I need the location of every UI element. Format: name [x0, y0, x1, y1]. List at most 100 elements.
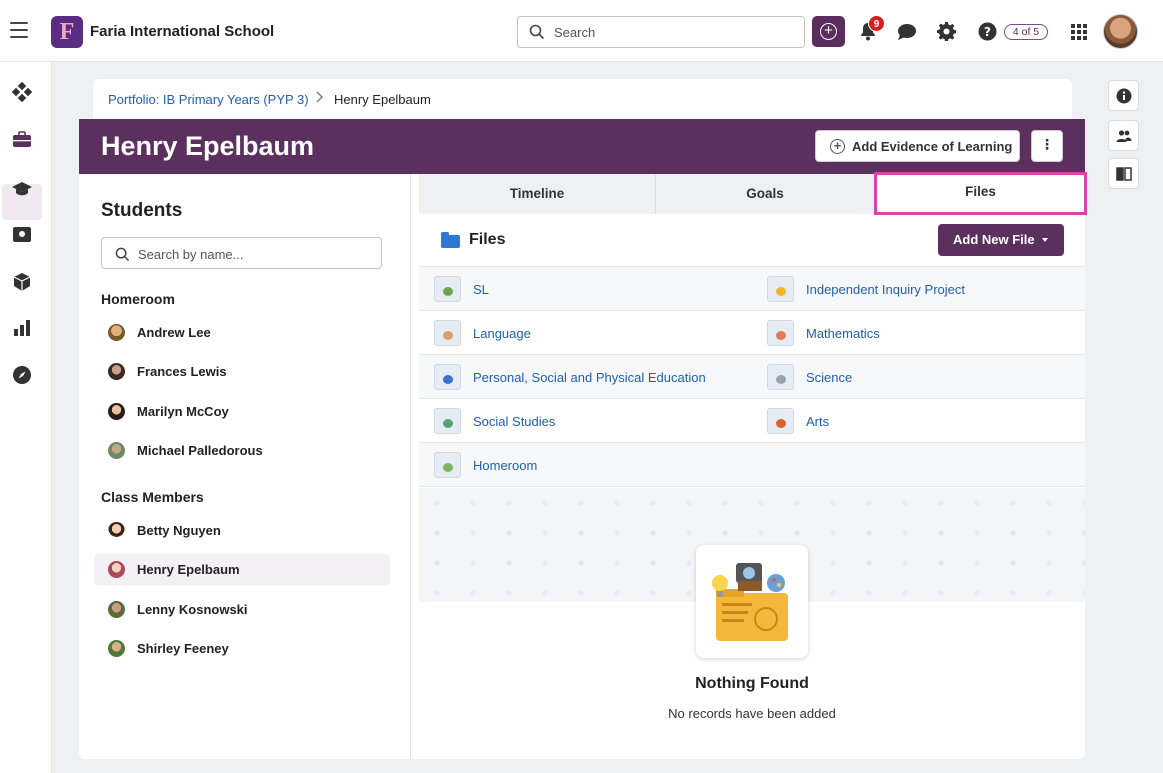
empty-state-illustration: [696, 545, 808, 658]
search-placeholder: Search: [554, 25, 596, 40]
student-item[interactable]: Michael Palledorous: [94, 435, 390, 466]
avatar: [108, 640, 125, 657]
folder-item[interactable]: Social Studies: [419, 399, 752, 443]
folder-item[interactable]: Independent Inquiry Project: [752, 267, 1085, 311]
empty-state-subtitle: No records have been added: [668, 706, 836, 721]
people-button[interactable]: [1108, 120, 1139, 151]
table-row: Language Mathematics: [419, 311, 1085, 355]
folder-language-icon: [434, 320, 461, 346]
avatar: [108, 403, 125, 420]
folder-item[interactable]: Homeroom: [419, 443, 752, 487]
group-heading-homeroom: Homeroom: [101, 291, 175, 307]
folder-item[interactable]: Science: [752, 355, 1085, 399]
book-icon: [1116, 167, 1132, 181]
student-item[interactable]: Lenny Kosnowski: [94, 594, 390, 625]
student-item-selected[interactable]: Henry Epelbaum: [94, 554, 390, 585]
analytics-bars-icon[interactable]: [12, 318, 32, 338]
compass-icon[interactable]: [12, 365, 32, 385]
student-name: Frances Lewis: [137, 364, 227, 379]
menu-icon[interactable]: [10, 22, 28, 38]
folder-link[interactable]: Social Studies: [473, 414, 555, 429]
svg-text:?: ?: [984, 25, 991, 39]
folder-link[interactable]: Arts: [806, 414, 829, 429]
avatar: [108, 324, 125, 341]
folder-sl-icon: [434, 276, 461, 302]
folder-item[interactable]: SL: [419, 267, 752, 311]
apps-grid-icon[interactable]: [1071, 24, 1087, 40]
student-header: Henry Epelbaum + Add Evidence of Learnin…: [79, 119, 1085, 174]
student-item[interactable]: Betty Nguyen: [94, 515, 390, 546]
students-title: Students: [101, 200, 183, 221]
info-icon: [1116, 88, 1132, 104]
add-evidence-button[interactable]: + Add Evidence of Learning: [815, 130, 1020, 162]
group-heading-class-members: Class Members: [101, 489, 204, 505]
tab-files[interactable]: Files: [874, 172, 1087, 215]
graduation-cap-icon[interactable]: [12, 179, 32, 199]
gear-icon[interactable]: [937, 22, 956, 41]
avatar: [108, 561, 125, 578]
school-logo[interactable]: F: [51, 16, 83, 48]
student-item[interactable]: Shirley Feeney: [94, 633, 390, 664]
cube-icon[interactable]: [12, 272, 32, 292]
breadcrumb-parent-link[interactable]: Portfolio: IB Primary Years (PYP 3): [108, 92, 309, 107]
avatar: [108, 442, 125, 459]
folder-pspe-icon: [434, 364, 461, 390]
folder-link[interactable]: Language: [473, 326, 531, 341]
folder-item[interactable]: Arts: [752, 399, 1085, 443]
student-item[interactable]: Andrew Lee: [94, 317, 390, 348]
breadcrumb: Portfolio: IB Primary Years (PYP 3) Henr…: [93, 79, 1072, 119]
student-name: Michael Palledorous: [137, 443, 263, 458]
folder-link[interactable]: SL: [473, 282, 489, 297]
student-search-input[interactable]: Search by name...: [101, 237, 382, 269]
notification-badge: 9: [868, 15, 885, 32]
folder-illustration-icon: [712, 563, 788, 641]
folder-item[interactable]: Language: [419, 311, 752, 355]
student-name: Andrew Lee: [137, 325, 211, 340]
plus-circle-icon: +: [830, 139, 845, 154]
folder-link[interactable]: Independent Inquiry Project: [806, 282, 965, 297]
tab-goals[interactable]: Goals: [656, 174, 875, 214]
create-button[interactable]: +: [812, 16, 845, 47]
avatar: [108, 363, 125, 380]
add-new-file-label: Add New File: [953, 232, 1035, 247]
student-name: Shirley Feeney: [137, 641, 229, 656]
folder-item[interactable]: Personal, Social and Physical Education: [419, 355, 752, 399]
search-icon: [529, 24, 545, 40]
add-new-file-button[interactable]: Add New File: [938, 224, 1064, 256]
folder-item[interactable]: Mathematics: [752, 311, 1085, 355]
student-name: Betty Nguyen: [137, 523, 221, 538]
more-options-button[interactable]: ⋮: [1031, 130, 1063, 162]
folder-inquiry-icon: [767, 276, 794, 302]
help-icon[interactable]: ?: [978, 22, 997, 41]
left-navigation: [0, 62, 52, 773]
student-name: Marilyn McCoy: [137, 404, 229, 419]
chat-icon[interactable]: [897, 23, 917, 41]
avatar: [108, 522, 125, 539]
folder-link[interactable]: Mathematics: [806, 326, 880, 341]
student-item[interactable]: Frances Lewis: [94, 356, 390, 387]
folder-homeroom-icon: [434, 452, 461, 478]
folder-mathematics-icon: [767, 320, 794, 346]
book-button[interactable]: [1108, 158, 1139, 189]
table-row: Social Studies Arts: [419, 399, 1085, 443]
global-search-input[interactable]: Search: [517, 16, 805, 48]
portfolio-briefcase-icon[interactable]: [12, 130, 32, 150]
user-avatar[interactable]: [1103, 14, 1138, 49]
folders-table: SL Independent Inquiry Project Language …: [419, 266, 1085, 488]
table-row: Personal, Social and Physical Education …: [419, 355, 1085, 399]
folder-link[interactable]: Personal, Social and Physical Education: [473, 370, 706, 385]
folder-link[interactable]: Homeroom: [473, 458, 537, 473]
student-name: Henry Epelbaum: [137, 562, 240, 577]
info-button[interactable]: [1108, 80, 1139, 111]
map-book-icon[interactable]: [12, 225, 32, 245]
folder-link[interactable]: Science: [806, 370, 852, 385]
tour-progress-pill[interactable]: 4 of 5: [1004, 24, 1048, 40]
folder-science-icon: [767, 364, 794, 390]
tab-timeline[interactable]: Timeline: [419, 174, 656, 214]
student-item[interactable]: Marilyn McCoy: [94, 396, 390, 427]
top-bar: F Faria International School Search + 9 …: [0, 0, 1163, 62]
add-evidence-label: Add Evidence of Learning: [852, 139, 1013, 154]
folder-arts-icon: [767, 408, 794, 434]
dashboard-icon[interactable]: [12, 82, 32, 102]
empty-state-title: Nothing Found: [695, 675, 809, 692]
